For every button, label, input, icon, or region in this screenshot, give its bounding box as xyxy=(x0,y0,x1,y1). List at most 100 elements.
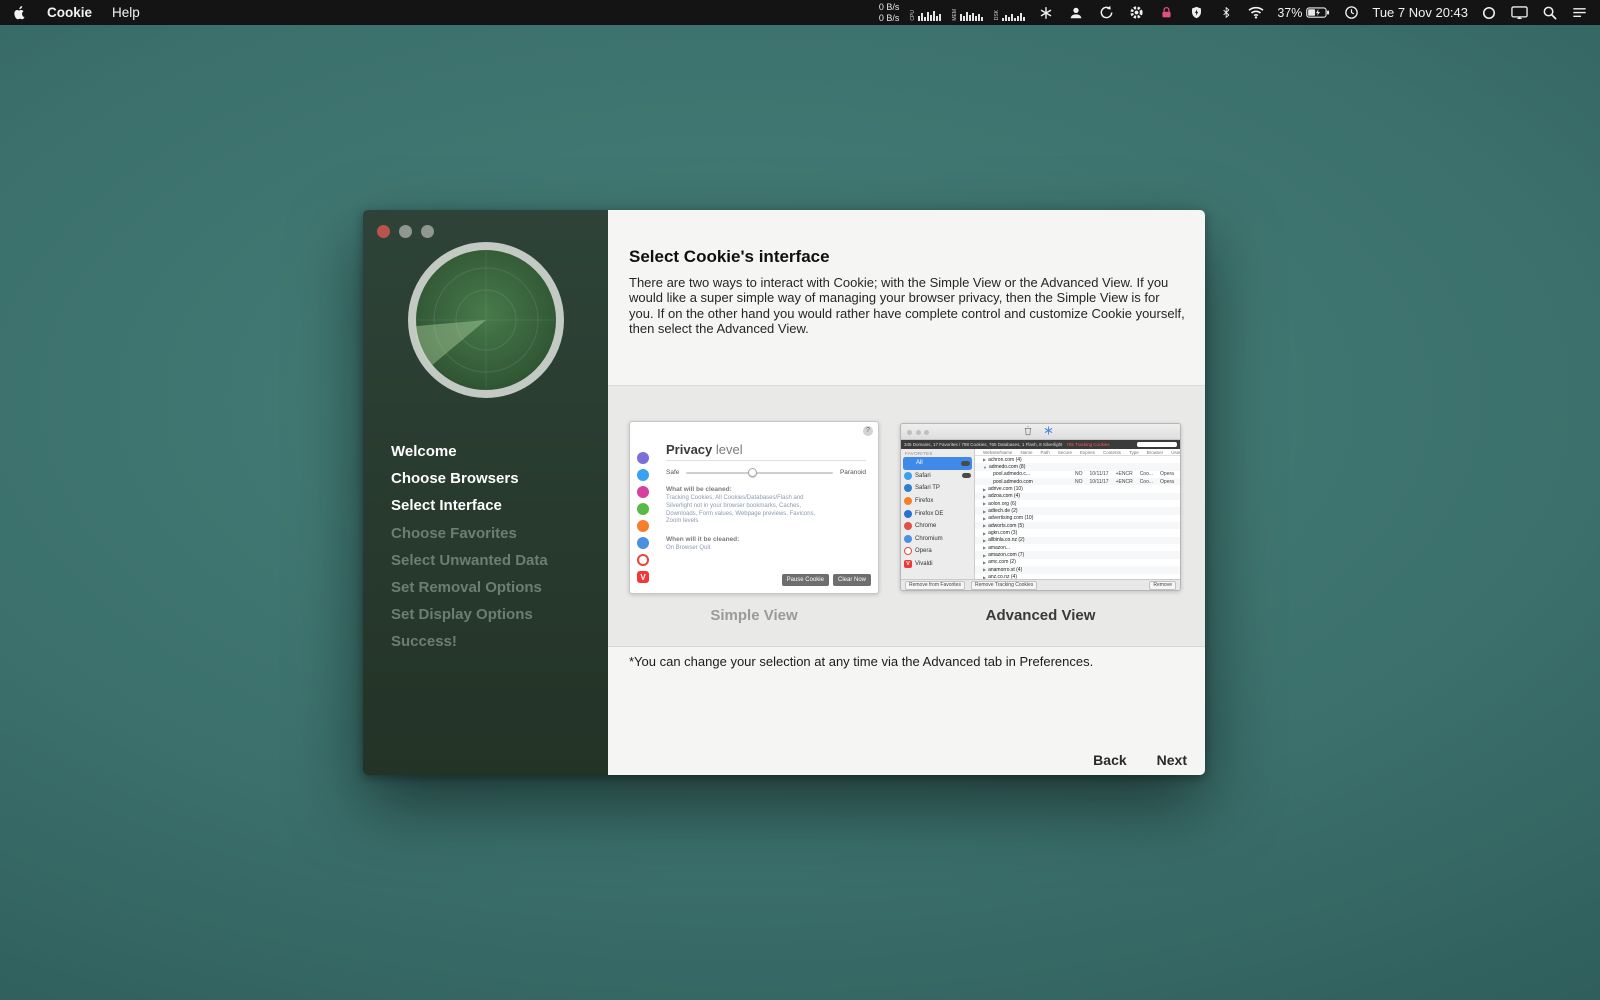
pause-cookie-button: Pause Cookie xyxy=(782,574,829,586)
simple-view-option[interactable]: ? V Privacy level Safe Paranoid What wil… xyxy=(629,421,879,594)
table-row: ▶adtech.de (2) xyxy=(975,507,1180,514)
wifi-icon[interactable] xyxy=(1247,4,1265,22)
favorites-label: FAVORITES xyxy=(901,449,974,457)
domain-cell: admedo.com (8) xyxy=(989,464,1025,470)
wizard-step-choose-favorites: Choose Favorites xyxy=(391,520,600,547)
cookie-columns: NO10/11/17+ENCRCoo...Opera xyxy=(1075,479,1178,485)
table-header-cell: User xyxy=(1171,450,1180,455)
help-badge-icon: ? xyxy=(863,426,873,436)
browser-icon xyxy=(637,469,649,481)
browser-icon xyxy=(637,452,649,464)
bluetooth-icon[interactable] xyxy=(1217,4,1235,22)
table-header-cell: Name xyxy=(1020,450,1032,455)
user-icon[interactable] xyxy=(1067,4,1085,22)
zoom-button[interactable] xyxy=(421,225,434,238)
domain-cell: adrive.com (10) xyxy=(988,486,1023,492)
cookie-setup-window: WelcomeChoose BrowsersSelect InterfaceCh… xyxy=(363,210,1205,775)
browser-icon xyxy=(904,535,912,543)
mini-footer-button: Remove from Favorites xyxy=(905,581,965,590)
network-up-label: 0 B/s xyxy=(879,2,900,12)
table-row: ▶advertising.com (10) xyxy=(975,515,1180,522)
wizard-step-select-unwanted-data: Select Unwanted Data xyxy=(391,547,600,574)
menu-help[interactable]: Help xyxy=(112,5,140,20)
domain-cell: agkn.com (3) xyxy=(988,530,1017,536)
cookie-cell: NO xyxy=(1075,471,1083,477)
lock-icon[interactable] xyxy=(1157,4,1175,22)
table-row: ▶pool.admedo.c...NO10/11/17+ENCRCoo...Op… xyxy=(975,471,1180,478)
close-button[interactable] xyxy=(377,225,390,238)
disclosure-icon: ▼ xyxy=(983,465,987,470)
browser-list-item: Opera xyxy=(901,545,974,558)
advanced-view-option[interactable]: 345 Domains, 17 Favorites / 788 Cookies,… xyxy=(900,423,1181,591)
back-button[interactable]: Back xyxy=(1093,752,1126,768)
ring-icon[interactable] xyxy=(1480,4,1498,22)
minimize-button[interactable] xyxy=(399,225,412,238)
domain-cell: anamorro.st (4) xyxy=(988,567,1022,573)
cookie-cell: +ENCR xyxy=(1116,479,1133,485)
sync-icon[interactable] xyxy=(1097,4,1115,22)
notification-center-icon[interactable] xyxy=(1570,4,1588,22)
disclosure-icon: ▶ xyxy=(983,567,986,572)
trash-icon xyxy=(1024,426,1032,436)
table-row: ▶anamorro.st (4) xyxy=(975,566,1180,573)
cookie-cell: NO xyxy=(1075,479,1083,485)
fan-icon[interactable] xyxy=(1037,4,1055,22)
mini-footer-button: Remove Tracking Cookies xyxy=(971,581,1037,590)
network-speed-indicator[interactable]: 0 B/s 0 B/s xyxy=(879,2,900,23)
disclosure-icon: ▶ xyxy=(983,531,986,536)
next-button[interactable]: Next xyxy=(1157,752,1187,768)
browser-list-item: Firefox xyxy=(901,495,974,508)
mem-meter[interactable]: MEM xyxy=(953,5,983,21)
browser-list-item: Safari TP xyxy=(901,482,974,495)
disclosure-icon: ▶ xyxy=(983,509,986,514)
dsk-meter[interactable]: DSK xyxy=(995,5,1025,21)
table-row: ▶aolon.org (6) xyxy=(975,500,1180,507)
table-row: ▼admedo.com (8) xyxy=(975,463,1180,470)
browser-icon xyxy=(637,520,649,532)
domain-cell: allbinla.co.nz (2) xyxy=(988,537,1024,543)
browser-name: Firefox DE xyxy=(915,511,943,517)
shield-icon[interactable] xyxy=(1187,4,1205,22)
browser-list-item: All xyxy=(903,457,972,470)
battery-indicator[interactable]: 37% xyxy=(1277,6,1330,20)
browser-icon xyxy=(637,537,649,549)
browser-icon xyxy=(904,484,912,492)
clear-now-button: Clear Now xyxy=(833,574,871,586)
table-row: ▶agkn.com (3) xyxy=(975,529,1180,536)
apple-icon xyxy=(12,5,27,20)
app-menu-title[interactable]: Cookie xyxy=(47,5,92,20)
cookie-columns: NO10/11/17+ENCRCoo...Opera xyxy=(1075,471,1178,477)
cookie-cell: Opera xyxy=(1160,479,1174,485)
browser-icon xyxy=(904,522,912,530)
cleaned-text: Tracking Cookies, All Cookies/Databases/… xyxy=(666,495,831,526)
browser-icon xyxy=(905,459,913,467)
apple-menu[interactable] xyxy=(12,5,27,20)
cpu-meter[interactable]: CPU xyxy=(911,5,941,21)
disclosure-icon: ▶ xyxy=(983,457,986,462)
time-machine-icon[interactable] xyxy=(1342,4,1360,22)
disclosure-icon: ▶ xyxy=(983,487,986,492)
slider-knob xyxy=(748,468,757,477)
menu-clock[interactable]: Tue 7 Nov 20:43 xyxy=(1372,5,1468,20)
domain-cell: aolon.org (6) xyxy=(988,501,1016,507)
domain-cell: achron.com (4) xyxy=(988,457,1022,463)
table-row: ▶adzoa.com (4) xyxy=(975,493,1180,500)
table-header-cell: Browser xyxy=(1147,450,1164,455)
browser-name: Vivaldi xyxy=(915,561,933,567)
table-header-cell: Website/Name xyxy=(983,450,1012,455)
gear-icon[interactable] xyxy=(1127,4,1145,22)
mini-search-field xyxy=(1137,442,1177,448)
browser-name: Chromium xyxy=(915,536,943,542)
page-title: Select Cookie's interface xyxy=(629,247,830,267)
wizard-step-choose-browsers: Choose Browsers xyxy=(391,465,600,492)
browser-name: Safari xyxy=(915,473,931,479)
browser-list-item: VVivaldi xyxy=(901,558,974,571)
table-row: ▶amazon.com (7) xyxy=(975,551,1180,558)
table-row: ▶amc.com (2) xyxy=(975,559,1180,566)
when-text: On Browser Quit xyxy=(666,545,831,553)
domain-cell: adworts.com (5) xyxy=(988,523,1024,529)
disclosure-icon: ▶ xyxy=(983,560,986,565)
display-icon[interactable] xyxy=(1510,4,1528,22)
battery-icon xyxy=(1306,7,1330,18)
spotlight-search-icon[interactable] xyxy=(1540,4,1558,22)
